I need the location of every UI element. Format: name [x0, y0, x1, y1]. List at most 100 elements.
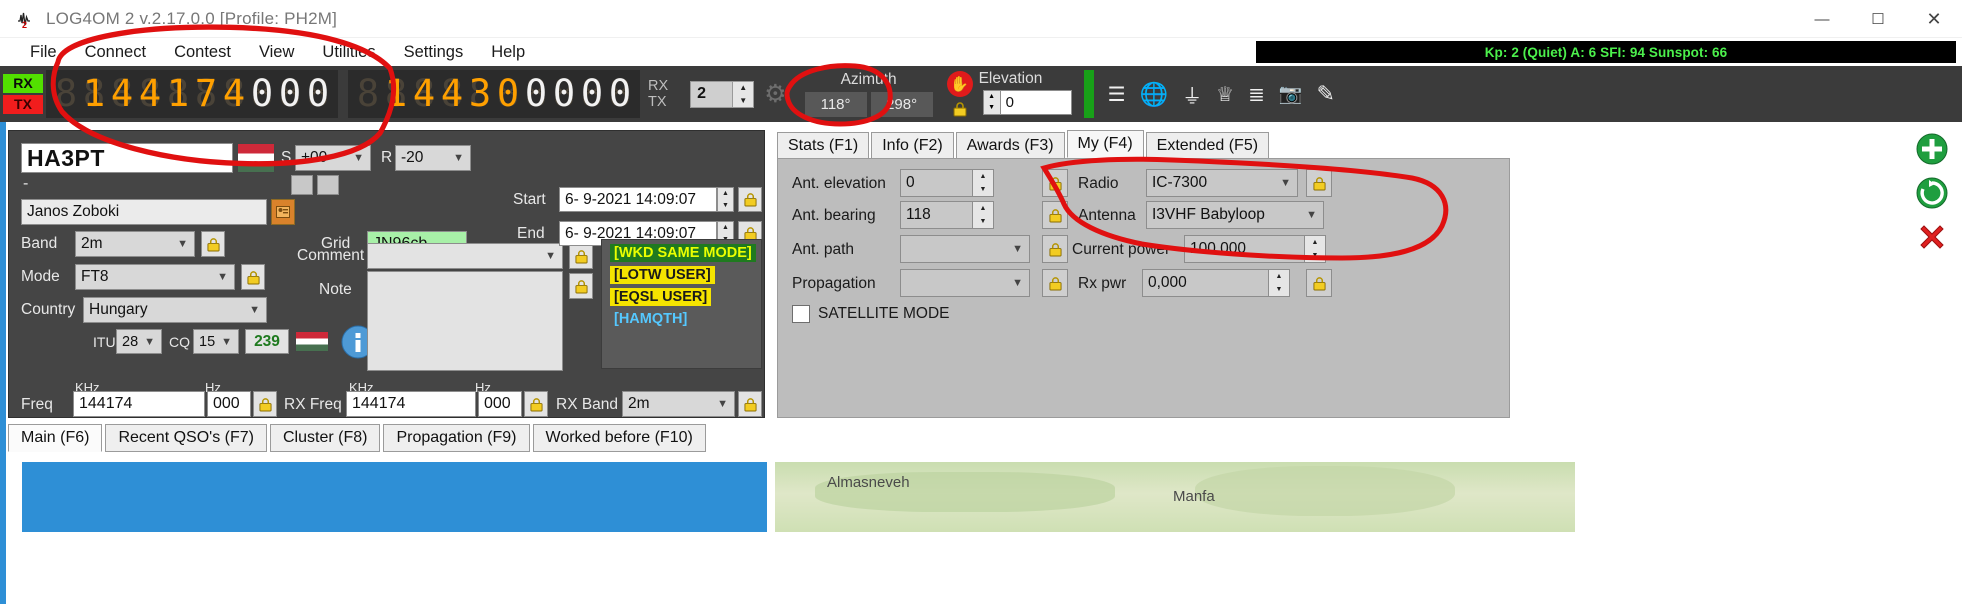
frequency-digit[interactable]: 84	[136, 72, 164, 116]
operator-name-input[interactable]: Janos Zoboki	[21, 199, 267, 225]
ant-elevation-down[interactable]	[973, 183, 993, 196]
tab-cluster[interactable]: Cluster (F8)	[269, 424, 381, 452]
rx-band-select[interactable]: 2m ▼	[622, 391, 735, 417]
tab-propagation[interactable]: Propagation (F9)	[383, 424, 530, 452]
note-lock-icon[interactable]	[569, 273, 593, 299]
refresh-qso-icon[interactable]	[1913, 174, 1951, 212]
radio-number-arrows[interactable]	[732, 80, 755, 108]
ant-elevation-stepper[interactable]	[972, 169, 994, 197]
menu-settings[interactable]: Settings	[390, 41, 478, 64]
frequency-digit[interactable]: 81	[382, 72, 410, 116]
frequency-digit[interactable]: 87	[192, 72, 220, 116]
itu-select[interactable]: 28 ▼	[116, 329, 162, 354]
end-up[interactable]	[718, 222, 733, 234]
frequency-digit[interactable]: 81	[164, 72, 192, 116]
rx-pwr-up[interactable]	[1269, 270, 1289, 283]
signal-icon[interactable]: ☰	[1108, 82, 1126, 107]
current-power-down[interactable]	[1305, 249, 1325, 262]
tab-awards[interactable]: Awards (F3)	[955, 132, 1065, 158]
radio-number-up[interactable]	[733, 82, 753, 95]
elevation-arrows[interactable]	[982, 89, 1000, 115]
propagation-select[interactable]: ▼	[900, 269, 1030, 297]
rx-band-lock-icon[interactable]	[738, 391, 762, 417]
list-icon[interactable]: ≣	[1248, 82, 1265, 107]
ant-path-lock-icon[interactable]	[1042, 235, 1068, 263]
qsl-indicator-1[interactable]	[291, 175, 313, 195]
satellite-mode-checkbox[interactable]	[792, 305, 810, 323]
radio-number-value[interactable]: 2	[690, 80, 733, 108]
propagation-lock-icon[interactable]	[1042, 269, 1068, 297]
ant-bearing-input[interactable]: 118	[900, 201, 972, 229]
rst-recv-select[interactable]: -20 ▼	[395, 145, 471, 171]
frequency-digit[interactable]: 80	[578, 72, 606, 116]
frequency-digit[interactable]: 84	[438, 72, 466, 116]
frequency-digit[interactable]: 84	[220, 72, 248, 116]
contact-card-icon[interactable]	[271, 199, 295, 225]
frequency-digit[interactable]: 84	[108, 72, 136, 116]
frequency-digit[interactable]: 80	[494, 72, 522, 116]
ant-bearing-lock-icon[interactable]	[1042, 201, 1068, 229]
globe-icon[interactable]: 🌐	[1140, 81, 1169, 108]
radio-lock-icon[interactable]	[1306, 169, 1332, 197]
frequency-digit[interactable]: 80	[354, 72, 382, 116]
elevation-value[interactable]: 0	[999, 89, 1072, 115]
comment-lock-icon[interactable]	[569, 243, 593, 269]
tab-stats[interactable]: Stats (F1)	[777, 132, 870, 158]
tab-my[interactable]: My (F4)	[1066, 130, 1144, 158]
freq-khz-input[interactable]: 144174	[73, 391, 205, 417]
tab-main[interactable]: Main (F6)	[8, 424, 103, 452]
start-up[interactable]	[718, 188, 733, 200]
frequency-digit[interactable]: 83	[466, 72, 494, 116]
rx-freq-lock-icon[interactable]	[524, 391, 548, 417]
maximize-button[interactable]: ☐	[1850, 0, 1906, 38]
mode-select[interactable]: FT8 ▼	[75, 264, 235, 290]
tx-frequency-display[interactable]: 80818484818784808080	[46, 70, 338, 118]
tab-extended[interactable]: Extended (F5)	[1145, 132, 1270, 158]
start-lock-icon[interactable]	[738, 187, 762, 212]
menu-view[interactable]: View	[245, 41, 308, 64]
rx-freq-hz-input[interactable]: 000	[478, 391, 522, 417]
cq-select[interactable]: 15 ▼	[193, 329, 239, 354]
comment-select[interactable]: ▼	[367, 243, 563, 269]
callsign-input[interactable]: HA3PT	[21, 143, 233, 173]
minimize-button[interactable]: —	[1794, 0, 1850, 38]
frequency-digit[interactable]: 80	[276, 72, 304, 116]
award-icon[interactable]: ♕	[1216, 82, 1234, 107]
tab-info[interactable]: Info (F2)	[871, 132, 954, 158]
map-panel-left[interactable]	[22, 462, 767, 532]
rx-pwr-lock-icon[interactable]	[1306, 269, 1332, 297]
frequency-digit[interactable]: 80	[606, 72, 634, 116]
band-lock-icon[interactable]	[201, 231, 225, 257]
ant-elevation-input[interactable]: 0	[900, 169, 972, 197]
ant-bearing-down[interactable]	[973, 215, 993, 228]
menu-utilities[interactable]: Utilities	[308, 41, 389, 64]
tab-worked-before[interactable]: Worked before (F10)	[532, 424, 706, 452]
frequency-digit[interactable]: 80	[52, 72, 80, 116]
qsl-indicator-2[interactable]	[317, 175, 339, 195]
elevation-up[interactable]	[984, 91, 1000, 103]
ant-path-select[interactable]: ▼	[900, 235, 1030, 263]
hand-stop-icon[interactable]: ✋	[946, 70, 973, 97]
menu-connect[interactable]: Connect	[71, 41, 160, 64]
add-qso-icon[interactable]	[1913, 130, 1951, 168]
menu-file[interactable]: File	[16, 41, 71, 64]
frequency-digit[interactable]: 80	[248, 72, 276, 116]
delete-qso-icon[interactable]	[1913, 218, 1951, 256]
rst-sent-select[interactable]: +00 ▼	[295, 145, 371, 171]
pencil-icon[interactable]: ✎	[1317, 81, 1335, 107]
map-panel-right[interactable]: Almasneveh Manfa	[775, 462, 1575, 532]
country-select[interactable]: Hungary ▼	[83, 297, 267, 323]
freq-hz-input[interactable]: 000	[207, 391, 251, 417]
current-power-stepper[interactable]	[1304, 235, 1326, 263]
frequency-digit[interactable]: 80	[550, 72, 578, 116]
frequency-digit[interactable]: 80	[304, 72, 332, 116]
frequency-digit[interactable]: 84	[410, 72, 438, 116]
start-stepper[interactable]	[717, 187, 734, 212]
frequency-digit[interactable]: 81	[80, 72, 108, 116]
ant-elevation-up[interactable]	[973, 170, 993, 183]
current-power-input[interactable]: 100,000	[1184, 235, 1304, 263]
rx-pwr-down[interactable]	[1269, 283, 1289, 296]
radio-number-down[interactable]	[733, 94, 753, 107]
radio-number-stepper[interactable]: 2	[690, 80, 755, 108]
tab-recent-qsos[interactable]: Recent QSO's (F7)	[105, 424, 267, 452]
